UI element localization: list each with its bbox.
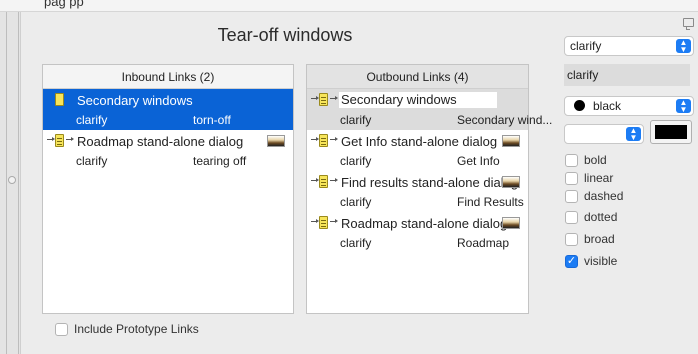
link-type: clarify (76, 154, 108, 168)
color-select-value: black (593, 99, 622, 113)
outbound-links-list[interactable]: Outbound Links (4) Secondary windows cla… (306, 64, 552, 314)
top-strip-text: pag pp (44, 0, 84, 9)
link-arrow-icon (330, 219, 338, 223)
thumbnail-image (267, 135, 285, 147)
option-row-broad[interactable]: broad (565, 232, 615, 246)
link-target: Roadmap (457, 236, 510, 250)
link-type: clarify (76, 113, 108, 127)
option-row-dashed[interactable]: dashed (565, 189, 623, 203)
bold-checkbox[interactable] (565, 153, 578, 167)
link-label: torn-off (193, 113, 231, 127)
window-title: Tear-off windows (217, 25, 353, 45)
color-swatch (655, 125, 687, 139)
link-arrow-icon (311, 219, 319, 223)
splitter-line (18, 12, 19, 354)
link-type: clarify (340, 154, 372, 168)
link-target: Get Info (457, 154, 500, 168)
note-icon (55, 93, 64, 106)
link-arrow-icon (330, 137, 338, 141)
link-arrow-icon (330, 96, 338, 100)
link-name: Roadmap stand-alone dialog (341, 216, 508, 231)
option-label: dashed (584, 189, 624, 203)
popout-window-icon[interactable] (683, 18, 694, 30)
note-icon (319, 175, 328, 188)
option-row-dotted[interactable]: dotted (565, 210, 617, 224)
note-icon (55, 134, 64, 147)
include-prototype-row[interactable]: Include Prototype Links (55, 322, 199, 336)
chevron-updown-icon: ▲ ▼ (626, 127, 641, 142)
chevron-updown-icon: ▲ ▼ (676, 39, 691, 54)
include-prototype-checkbox[interactable] (55, 322, 68, 336)
splitter-line (6, 12, 7, 354)
thumbnail-image (502, 135, 520, 147)
link-name: Get Info stand-alone dialog (341, 134, 498, 149)
chevron-updown-icon: ▲ ▼ (676, 99, 691, 114)
inbound-links-header: Inbound Links (2) (43, 65, 293, 89)
outbound-link-item[interactable]: Secondary windows clarify Secondary wind… (307, 89, 552, 130)
link-arrow-icon (311, 137, 319, 141)
linear-checkbox[interactable] (565, 171, 578, 185)
link-label: tearing off (193, 154, 247, 168)
option-row-bold[interactable]: bold (565, 153, 607, 167)
option-row-linear[interactable]: linear (565, 171, 613, 185)
outbound-link-item[interactable]: Find results stand-alone dialog clarify … (307, 171, 528, 212)
top-strip: pag pp (0, 0, 698, 12)
visible-checkbox[interactable]: ✓ (565, 254, 578, 268)
option-label: broad (584, 232, 615, 246)
broad-checkbox[interactable] (565, 232, 578, 246)
outbound-links-header: Outbound Links (4) (307, 65, 528, 89)
inbound-link-item[interactable]: Secondary windows clarify torn-off (43, 89, 293, 130)
link-arrow-icon (66, 137, 74, 141)
option-label: dotted (584, 210, 618, 224)
inbound-links-list[interactable]: Inbound Links (2) Secondary windows clar… (42, 64, 294, 314)
splitter-knob[interactable] (8, 176, 16, 184)
outbound-link-item[interactable]: Roadmap stand-alone dialog clarify Roadm… (307, 212, 528, 253)
link-target: Find Results (457, 195, 524, 209)
option-label: linear (584, 171, 614, 185)
color-swatch-well[interactable] (650, 120, 692, 144)
include-prototype-label: Include Prototype Links (74, 322, 199, 336)
option-label: bold (584, 153, 607, 167)
link-arrow-icon (47, 137, 55, 141)
option-row-visible[interactable]: ✓ visible (565, 254, 617, 268)
link-name-editor[interactable]: Secondary windows (339, 92, 497, 108)
note-icon (319, 93, 328, 106)
link-type-select-value: clarify (570, 39, 602, 53)
color-dot-icon (574, 100, 585, 111)
option-label: visible (584, 254, 618, 268)
link-arrow-icon (311, 178, 319, 182)
left-splitter[interactable] (0, 12, 20, 354)
link-name: Secondary windows (77, 93, 193, 108)
color-select[interactable]: black ▲ ▼ (564, 96, 694, 116)
note-icon (319, 134, 328, 147)
note-icon (319, 216, 328, 229)
outbound-link-item[interactable]: Get Info stand-alone dialog clarify Get … (307, 130, 528, 171)
link-type-select[interactable]: clarify ▲ ▼ (564, 36, 694, 56)
link-type: clarify (340, 236, 372, 250)
link-arrow-icon (330, 178, 338, 182)
dotted-checkbox[interactable] (565, 210, 578, 224)
thumbnail-image (502, 217, 520, 229)
dashed-checkbox[interactable] (565, 189, 578, 203)
pattern-select[interactable]: ▲ ▼ (564, 124, 644, 144)
link-type-readout: clarify (564, 64, 690, 86)
link-name: Roadmap stand-alone dialog (77, 134, 244, 149)
link-target: Secondary wind... (457, 113, 553, 127)
link-type: clarify (340, 195, 372, 209)
link-arrow-icon (311, 96, 319, 100)
thumbnail-image (502, 176, 520, 188)
link-type: clarify (340, 113, 372, 127)
link-name: Find results stand-alone dialog (341, 175, 519, 190)
inbound-link-item[interactable]: Roadmap stand-alone dialog clarify teari… (43, 130, 293, 171)
